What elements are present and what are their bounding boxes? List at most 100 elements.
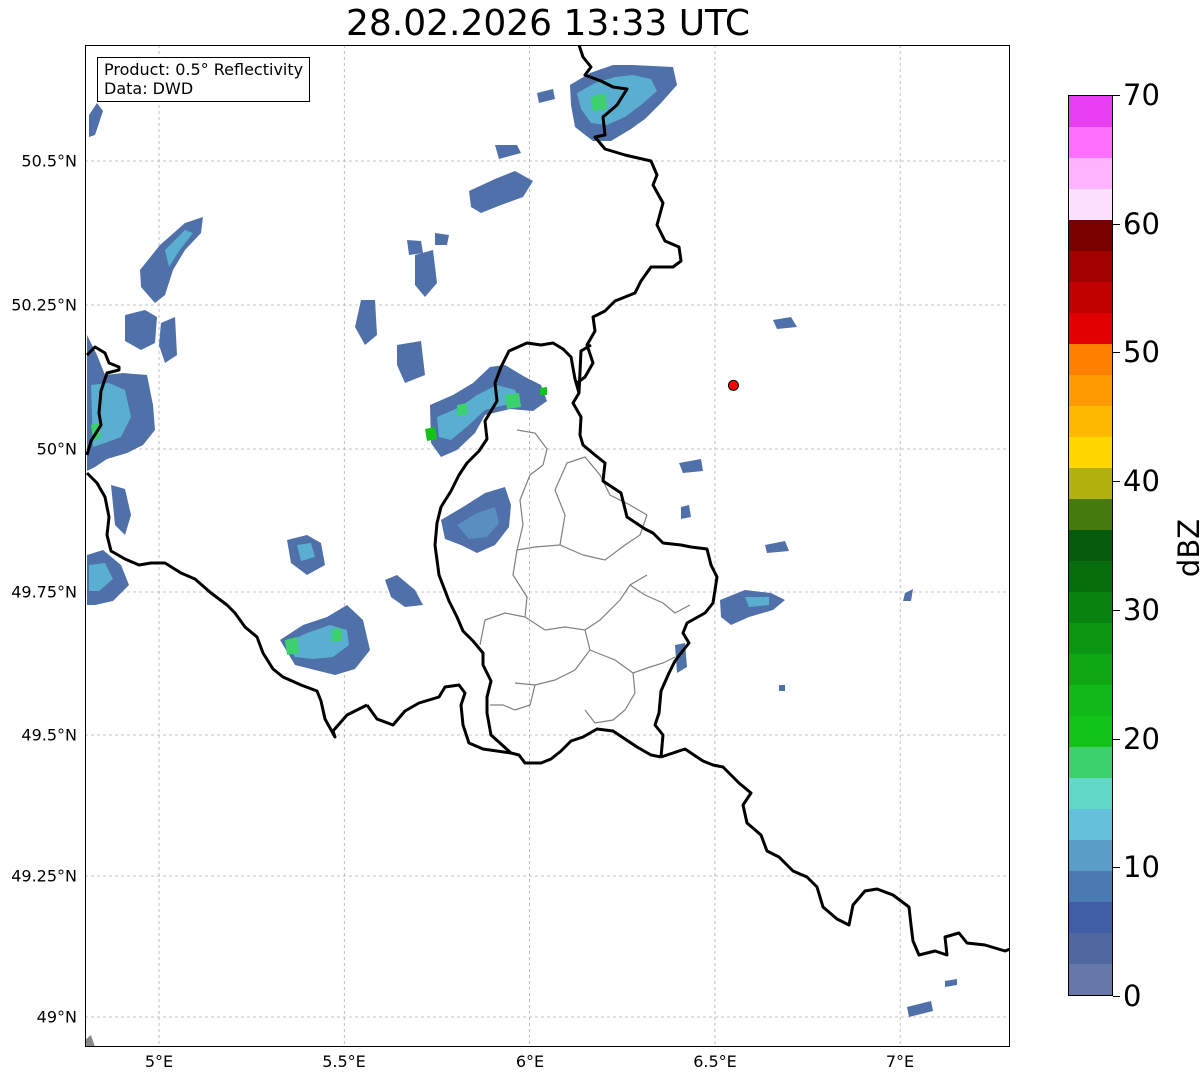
colorbar-segment [1069,157,1112,189]
colorbar-segment [1069,839,1112,871]
colorbar-segment [1069,374,1112,406]
lon-label-6.5: 6.5°E [693,1052,737,1071]
echo-east3 [773,317,797,329]
admin-line-3 [582,514,648,561]
echo-sw-corner [85,1035,95,1047]
lat-label-50.5: 50.5°N [21,151,77,171]
colorbar-segment [1069,188,1112,220]
admin-line-8 [584,649,636,724]
colorbar-tick [1113,867,1120,869]
border-be-lu-de [571,45,719,758]
dbz-colorbar [1068,95,1113,996]
colorbar-tick [1113,609,1120,611]
admin-line-9 [490,684,536,711]
colorbar-segment [1069,467,1112,499]
colorbar-tick [1113,95,1120,96]
colorbar-segment [1069,715,1112,747]
colorbar-segment [1069,312,1112,344]
echo-cluster-sw-hot [285,637,299,655]
echo-cluster-central-hot2 [505,393,521,409]
national-borders [85,45,1010,957]
colorbar-segment [1069,684,1112,716]
colorbar-segment [1069,498,1112,530]
echo-east10 [679,459,703,473]
echo-east9 [779,685,785,691]
map-canvas [85,45,1010,1047]
echo-band-nw3 [159,317,177,363]
data-source-label: Data: DWD [104,79,194,98]
product-info-box: Product: 0.5° Reflectivity Data: DWD [97,57,311,102]
map-title: 28.02.2026 13:33 UTC [345,3,751,44]
radar-echoes [85,65,957,1047]
colorbar-unit-label: dBZ [1172,518,1202,578]
lat-label-49.5: 49.5°N [21,725,77,745]
lon-label-5: 5°E [144,1052,174,1071]
radar-map[interactable] [85,45,1010,1047]
echo-north-strip3 [537,89,555,103]
echo-nw-strip [89,103,103,137]
lat-label-49.25: 49.25°N [11,866,77,886]
echo-cluster-central-hot3 [457,403,467,415]
colorbar-segment [1069,250,1112,282]
echo-north-strip1 [469,171,533,213]
echo-band-nw2 [125,310,157,350]
echo-east6 [903,589,913,601]
echo-east7 [907,1001,933,1017]
echo-cluster-central-hot1 [425,427,437,441]
echo-east4 [681,505,691,519]
lat-label-49.75: 49.75°N [11,582,77,602]
colorbar-tick [1113,996,1120,997]
colorbar-tick-label: 40 [1123,464,1160,499]
colorbar-tick-label: 70 [1123,78,1160,112]
colorbar-tick-label: 20 [1123,721,1160,756]
colorbar-segment [1069,529,1112,561]
echo-north-strip8 [435,233,449,245]
admin-boundaries [479,429,691,724]
lon-label-7: 7°E [885,1052,915,1071]
admin-line-2 [554,456,648,546]
colorbar-segment [1069,436,1112,468]
echo-east1 [720,590,785,625]
colorbar-tick [1113,223,1120,225]
colorbar-segment [1069,932,1112,964]
colorbar-segment [1069,405,1112,437]
echo-small-sw2 [385,575,423,607]
echo-north-strip7 [407,240,423,255]
echo-east8 [945,979,957,987]
colorbar-tick-label: 50 [1123,335,1160,370]
colorbar-segment [1069,901,1112,933]
colorbar-tick [1113,738,1120,740]
admin-line-5 [479,612,526,646]
colorbar-tick-label: 60 [1123,206,1160,241]
colorbar-segment [1069,653,1112,685]
colorbar-segment [1069,963,1112,995]
echo-north-strip5 [397,341,425,383]
border-fr-lu [365,683,662,765]
colorbar-tick [1113,352,1120,354]
colorbar-segment [1069,281,1112,313]
lon-label-6: 6°E [515,1052,545,1071]
admin-line-7 [629,584,691,614]
colorbar-segment [1069,219,1112,251]
lat-label-50: 50°N [36,439,77,459]
colorbar-segment [1069,560,1112,592]
echo-north-strip6 [355,300,377,345]
lat-label-49: 49°N [36,1007,77,1027]
echo-north-strip4 [415,250,437,297]
echo-east2 [765,541,789,553]
lat-label-50.25: 50.25°N [11,295,77,315]
colorbar-segment [1069,622,1112,654]
colorbar-segment [1069,746,1112,778]
colorbar-segment [1069,870,1112,902]
echo-north-strip2 [495,145,521,159]
admin-line-6 [514,629,591,686]
echo-cluster-sw-hot2 [331,628,341,641]
colorbar-segment [1069,343,1112,375]
colorbar-segment [1069,591,1112,623]
colorbar-segment [1069,777,1112,809]
colorbar-tick-label: 10 [1123,850,1160,885]
product-label: Product: 0.5° Reflectivity [104,60,304,79]
colorbar-tick-label: 0 [1123,979,1142,1013]
colorbar-tick [1113,481,1120,483]
colorbar-tick-label: 30 [1123,592,1160,627]
